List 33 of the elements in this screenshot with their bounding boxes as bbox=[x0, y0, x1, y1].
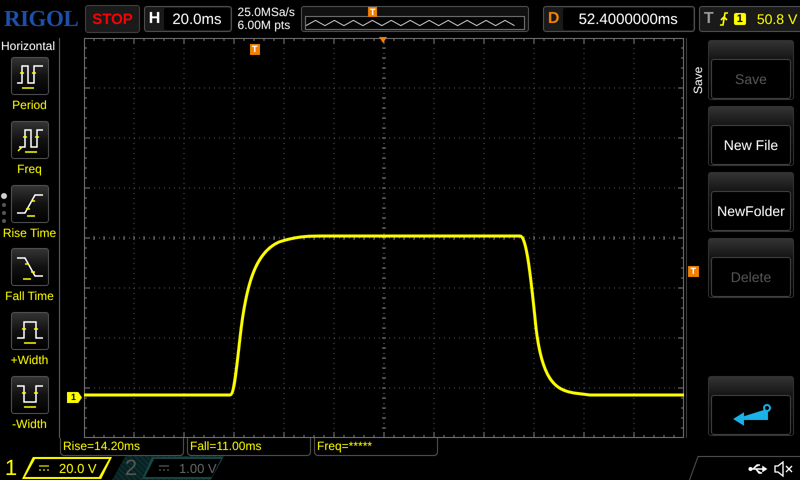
trigger-panel[interactable]: T 1 50.8 V bbox=[698, 6, 800, 32]
rising-edge-icon bbox=[718, 12, 729, 26]
trigger-position-marker: T bbox=[368, 7, 378, 17]
usb-icon bbox=[748, 462, 768, 474]
softkey-button[interactable]: New File bbox=[708, 106, 794, 166]
run-stop-status[interactable]: STOP bbox=[85, 5, 140, 33]
delay-panel[interactable]: D 52.4000000ms bbox=[542, 6, 695, 32]
sample-rate: 25.0MSa/s bbox=[238, 6, 295, 19]
timebase-panel[interactable]: H 20.0ms bbox=[144, 6, 232, 32]
channel-tab[interactable]: 2 1.00 V bbox=[112, 456, 224, 480]
measure-item[interactable]: Rise Time bbox=[2, 182, 56, 246]
delay-label: D bbox=[548, 10, 560, 28]
measure-item[interactable]: Fall Time bbox=[5, 246, 54, 310]
brand-logo: RIGOL bbox=[4, 6, 78, 32]
trigger-position-marker: T bbox=[250, 44, 260, 55]
memory-depth: 6.00M pts bbox=[238, 19, 292, 32]
timebase-label: H bbox=[148, 10, 160, 28]
trigger-label: T bbox=[704, 10, 714, 28]
menu-title: Save bbox=[691, 66, 705, 94]
back-button[interactable] bbox=[708, 376, 794, 436]
timebase-value: 20.0ms bbox=[164, 8, 230, 30]
speaker-muted-icon bbox=[774, 460, 794, 476]
trigger-source-badge: 1 bbox=[734, 13, 746, 25]
trigger-level-marker: T bbox=[688, 266, 699, 277]
delay-value: 52.4000000ms bbox=[563, 8, 693, 30]
measurement-readout: Freq=***** bbox=[314, 438, 438, 456]
softkey-button[interactable]: NewFolder bbox=[708, 172, 794, 232]
trigger-level: 50.8 V bbox=[756, 11, 798, 27]
trigger-point-icon bbox=[379, 37, 387, 43]
menu-title: Horizontal bbox=[1, 39, 56, 53]
channel-marker: 1 bbox=[67, 392, 82, 403]
dc-coupling-icon bbox=[159, 465, 169, 471]
dc-coupling-icon bbox=[39, 465, 49, 471]
